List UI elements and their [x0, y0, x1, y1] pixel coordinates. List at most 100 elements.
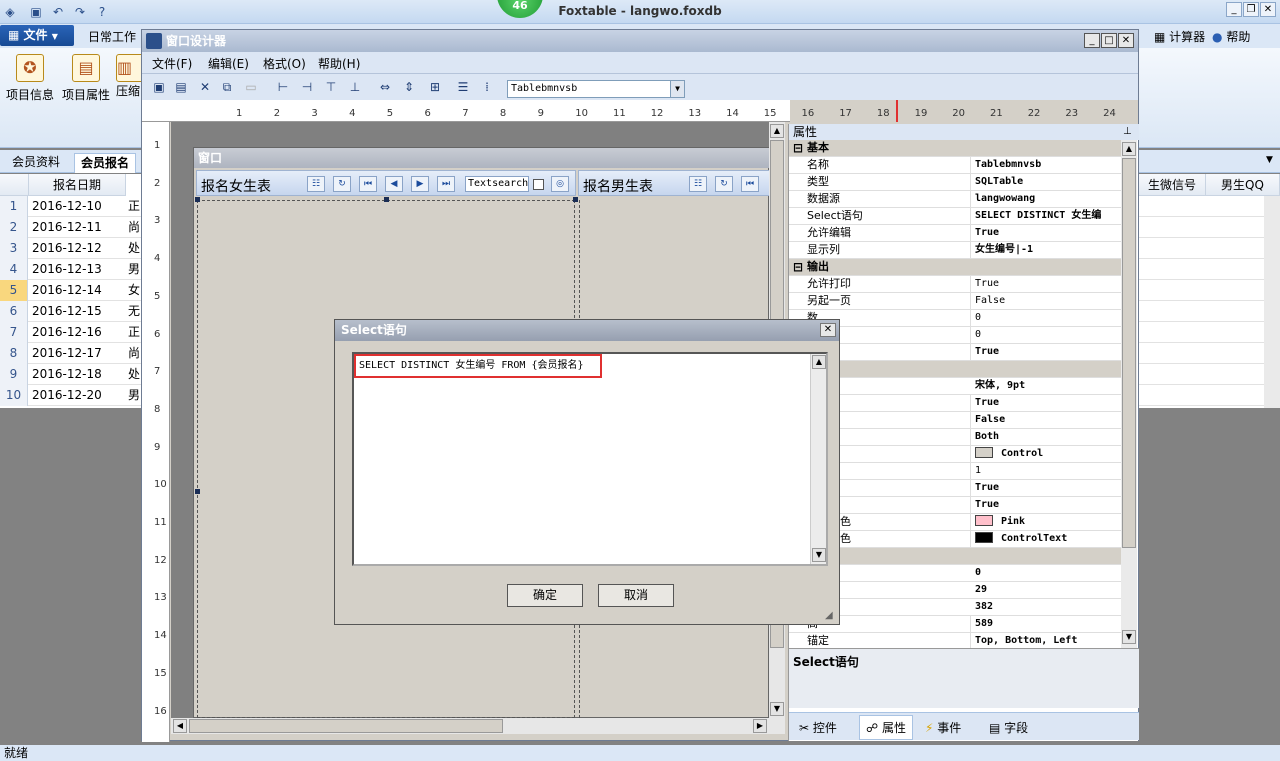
- property-value[interactable]: ControlText: [973, 531, 1121, 547]
- tab-member-info[interactable]: 会员资料: [6, 153, 66, 173]
- property-value[interactable]: Both: [973, 429, 1121, 445]
- prev-record-icon[interactable]: ◀: [385, 176, 403, 192]
- grid-cell[interactable]: 处: [128, 364, 140, 384]
- selection-handle[interactable]: [384, 197, 389, 202]
- property-value[interactable]: 0: [973, 310, 1121, 326]
- panel-male-toolbar[interactable]: 报名男生表 ☷ ↻ ⏮: [578, 170, 770, 196]
- sql-editor[interactable]: SELECT DISTINCT 女生编号 FROM {会员报名} ▲ ▼: [352, 352, 828, 566]
- refresh-icon[interactable]: ↻: [333, 176, 351, 192]
- calculator-button[interactable]: ▦ 计算器: [1154, 28, 1205, 45]
- property-value[interactable]: False: [973, 293, 1121, 309]
- horizontal-spacing-icon[interactable]: ⁞: [478, 79, 496, 95]
- signup-date-cell[interactable]: 2016-12-18: [30, 364, 126, 384]
- menu-help[interactable]: 帮助(H): [318, 55, 360, 72]
- signup-date-cell[interactable]: 2016-12-14: [30, 280, 126, 300]
- scroll-thumb[interactable]: [1122, 158, 1136, 548]
- row-number[interactable]: 4: [0, 259, 28, 280]
- same-size-icon[interactable]: ⊞: [426, 79, 444, 95]
- property-row[interactable]: Select语句 SELECT DISTINCT 女生编: [789, 208, 1121, 225]
- minimize-icon[interactable]: _: [1226, 2, 1242, 17]
- selection-handle[interactable]: [195, 197, 200, 202]
- menu-format[interactable]: 格式(O): [263, 55, 306, 72]
- property-category[interactable]: ⊟ 基本: [789, 140, 1121, 157]
- grid-header-wechat[interactable]: 生微信号: [1139, 174, 1206, 196]
- grid-cell[interactable]: 男: [128, 259, 140, 279]
- cancel-button[interactable]: 取消: [598, 584, 674, 607]
- selection-handle[interactable]: [195, 489, 200, 494]
- resize-grip-icon[interactable]: ◢: [825, 610, 833, 621]
- grid-scrollbar[interactable]: [1264, 196, 1280, 408]
- row-number[interactable]: 9: [0, 364, 28, 385]
- selection-handle[interactable]: [573, 197, 578, 202]
- signup-date-cell[interactable]: 2016-12-16: [30, 322, 126, 342]
- property-value[interactable]: True: [973, 344, 1121, 360]
- property-value[interactable]: True: [973, 225, 1121, 241]
- delete-icon[interactable]: ✕: [196, 79, 214, 95]
- property-row[interactable]: 类型 SQLTable: [789, 174, 1121, 191]
- property-value[interactable]: Top, Bottom, Left: [973, 633, 1121, 649]
- tab-member-signup[interactable]: 会员报名: [74, 153, 137, 173]
- copy-icon[interactable]: ⧉: [218, 79, 236, 95]
- project-info-button[interactable]: ✪ 项目信息: [4, 54, 56, 103]
- property-row[interactable]: 名称 Tablebmnvsb: [789, 157, 1121, 174]
- binoculars-icon[interactable]: ◎: [551, 176, 569, 192]
- scroll-up-icon[interactable]: ▲: [770, 124, 784, 138]
- sql-scrollbar[interactable]: ▲ ▼: [810, 354, 826, 564]
- scroll-down-icon[interactable]: ▼: [1122, 630, 1136, 644]
- row-number[interactable]: 7: [0, 322, 28, 343]
- scroll-down-icon[interactable]: ▼: [770, 702, 784, 716]
- sql-text[interactable]: SELECT DISTINCT 女生编号 FROM {会员报名}: [354, 354, 602, 378]
- menu-file[interactable]: 文件(F): [152, 55, 192, 72]
- close-icon[interactable]: ✕: [1260, 2, 1276, 17]
- property-row[interactable]: 显示列 女生编号|-1: [789, 242, 1121, 259]
- property-value[interactable]: True: [973, 276, 1121, 292]
- scroll-down-icon[interactable]: ▼: [812, 548, 826, 562]
- nav-table-icon[interactable]: ☷: [689, 176, 707, 192]
- property-row[interactable]: 允许编辑 True: [789, 225, 1121, 242]
- first-record-icon[interactable]: ⏮: [359, 176, 377, 192]
- scroll-thumb[interactable]: [189, 719, 503, 733]
- tab-properties[interactable]: ☍ 属性: [859, 715, 913, 740]
- first-record-icon[interactable]: ⏮: [741, 176, 759, 192]
- property-value[interactable]: 0: [973, 327, 1121, 343]
- property-value[interactable]: 382: [973, 599, 1121, 615]
- scroll-up-icon[interactable]: ▲: [1122, 142, 1136, 156]
- grid-cell[interactable]: 无: [128, 301, 140, 321]
- row-number[interactable]: 1: [0, 196, 28, 217]
- grid-cell[interactable]: 正: [128, 196, 140, 216]
- property-value[interactable]: langwowang: [973, 191, 1121, 207]
- designer-close-icon[interactable]: ✕: [1118, 33, 1134, 48]
- grid-cell[interactable]: 尚: [128, 343, 140, 363]
- property-value[interactable]: Control: [973, 446, 1121, 462]
- scroll-left-icon[interactable]: ◀: [173, 719, 187, 733]
- property-value[interactable]: True: [973, 497, 1121, 513]
- row-number[interactable]: 8: [0, 343, 28, 364]
- signup-date-cell[interactable]: 2016-12-15: [30, 301, 126, 321]
- refresh-icon[interactable]: ↻: [715, 176, 733, 192]
- signup-date-cell[interactable]: 2016-12-11: [30, 217, 126, 237]
- row-number[interactable]: 5: [0, 280, 28, 301]
- signup-date-cell[interactable]: 2016-12-20: [30, 385, 126, 405]
- canvas-horizontal-scrollbar[interactable]: ◀ ▶: [171, 718, 785, 734]
- property-row[interactable]: 另起一页 False: [789, 293, 1121, 310]
- save-icon[interactable]: ▣: [150, 79, 168, 95]
- pin-icon[interactable]: ⊥: [1123, 126, 1132, 137]
- control-selector[interactable]: Tablebmnvsb ▼: [507, 80, 685, 98]
- tab-fields[interactable]: ▤ 字段: [989, 719, 1028, 736]
- grid-cell[interactable]: 处: [128, 238, 140, 258]
- file-tab[interactable]: ▦ 文件 ▼: [0, 25, 74, 46]
- signup-date-cell[interactable]: 2016-12-13: [30, 259, 126, 279]
- row-number[interactable]: 10: [0, 385, 28, 406]
- property-value[interactable]: SELECT DISTINCT 女生编: [973, 208, 1121, 224]
- row-number[interactable]: 6: [0, 301, 28, 322]
- designer-maximize-icon[interactable]: □: [1101, 33, 1117, 48]
- property-row[interactable]: 允许打印 True: [789, 276, 1121, 293]
- dialog-close-icon[interactable]: ✕: [820, 323, 836, 337]
- property-value[interactable]: 29: [973, 582, 1121, 598]
- textsearch-input[interactable]: Textsearch: [465, 176, 529, 192]
- restore-icon[interactable]: ❐: [1243, 2, 1259, 17]
- paste-icon[interactable]: ▭: [242, 79, 260, 95]
- property-row[interactable]: 数据源 langwowang: [789, 191, 1121, 208]
- row-number[interactable]: 3: [0, 238, 28, 259]
- property-value[interactable]: 0: [973, 565, 1121, 581]
